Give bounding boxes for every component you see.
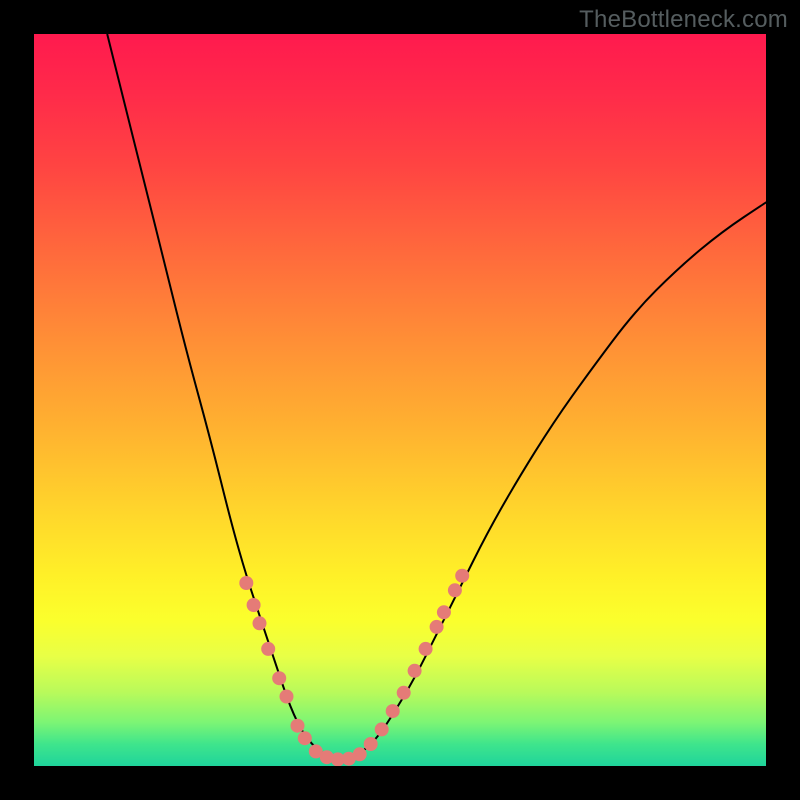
marker-dot xyxy=(448,583,462,597)
marker-dot xyxy=(397,686,411,700)
marker-dot xyxy=(353,747,367,761)
marker-dot xyxy=(291,719,305,733)
marker-dot xyxy=(419,642,433,656)
marker-dot xyxy=(364,737,378,751)
marker-dot xyxy=(247,598,261,612)
marker-dot xyxy=(386,704,400,718)
marker-dot xyxy=(455,569,469,583)
marker-dots xyxy=(239,569,469,766)
marker-dot xyxy=(298,731,312,745)
bottleneck-curve xyxy=(107,34,766,759)
chart-container: TheBottleneck.com xyxy=(0,0,800,800)
marker-dot xyxy=(437,605,451,619)
marker-dot xyxy=(430,620,444,634)
chart-overlay xyxy=(34,34,766,766)
marker-dot xyxy=(261,642,275,656)
marker-dot xyxy=(239,576,253,590)
watermark-text: TheBottleneck.com xyxy=(579,6,788,34)
marker-dot xyxy=(408,664,422,678)
marker-dot xyxy=(253,616,267,630)
plot-area xyxy=(34,34,766,766)
marker-dot xyxy=(280,690,294,704)
marker-dot xyxy=(375,722,389,736)
marker-dot xyxy=(272,671,286,685)
